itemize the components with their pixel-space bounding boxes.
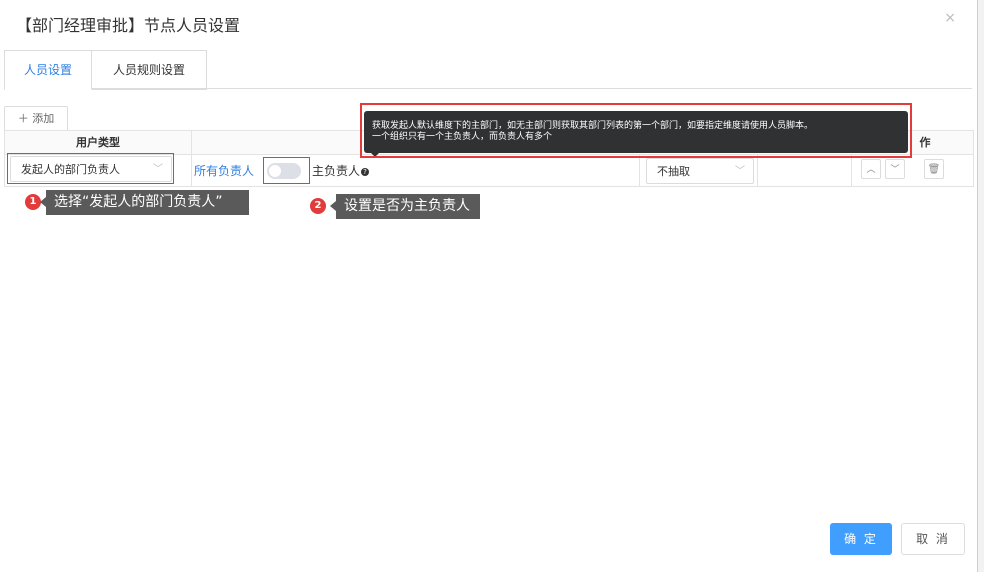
main-leader-label: 主负责人 [312,164,361,178]
callout-2: 设置是否为主负责人 [336,194,480,219]
chevron-down-icon: ﹀ [735,166,745,177]
tab-personnel-rule-settings[interactable]: 人员规则设置 [92,50,207,90]
window-edge [977,0,984,572]
dialog-title: 【部门经理审批】节点人员设置 [16,16,241,35]
highlight-tooltip [360,103,912,158]
move-up-button[interactable]: ︿ [861,159,881,179]
column-divider [191,131,192,154]
main-leader-label-wrap: 主负责人? [312,162,370,179]
callout-1: 选择“发起人的部门负责人” [46,190,249,215]
cancel-button[interactable]: 取 消 [901,523,965,555]
header-user-type: 用户类型 [76,136,120,149]
tab-personnel-settings[interactable]: 人员设置 [4,50,92,90]
step-badge-2: 2 [310,198,326,214]
all-leaders-link[interactable]: 所有负责人 [194,162,254,179]
extract-value: 不抽取 [657,165,690,178]
dialog: 【部门经理审批】节点人员设置 × 人员设置 人员规则设置 ＋ 添加 用户类型 作… [0,0,979,572]
question-icon[interactable]: ? [361,167,370,176]
close-icon[interactable]: × [944,10,956,26]
column-divider [757,154,758,186]
move-down-button[interactable]: ﹀ [885,159,905,179]
highlight-toggle [263,157,310,184]
column-divider [191,154,192,186]
extract-select[interactable]: 不抽取 ﹀ [646,158,754,184]
add-button[interactable]: ＋ 添加 [4,106,68,132]
column-divider [639,154,640,186]
delete-icon[interactable]: 🗑 [924,159,944,179]
confirm-button[interactable]: 确 定 [830,523,892,555]
highlight-user-type [7,153,174,184]
tab-bar: 人员设置 人员规则设置 [4,50,972,90]
step-badge-1: 1 [25,194,41,210]
column-divider [851,154,852,186]
header-operation: 作 [919,136,931,149]
